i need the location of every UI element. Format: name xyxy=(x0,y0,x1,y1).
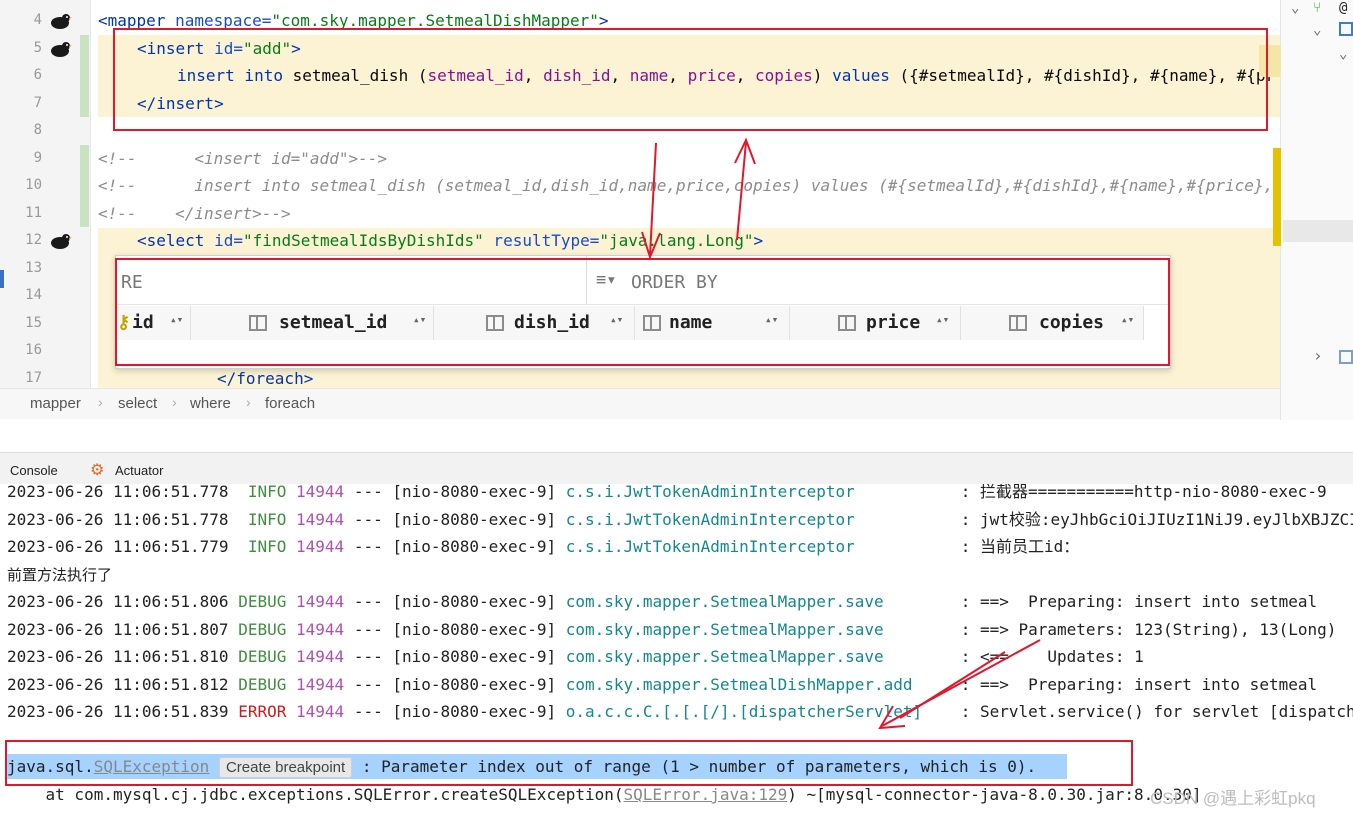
watermark: CSDN @遇上彩虹pkq xyxy=(1150,789,1316,808)
annotation-arrows xyxy=(641,137,1041,730)
arrow-line xyxy=(881,639,1041,727)
arrow-line xyxy=(649,142,657,256)
arrow-line xyxy=(899,651,1006,719)
